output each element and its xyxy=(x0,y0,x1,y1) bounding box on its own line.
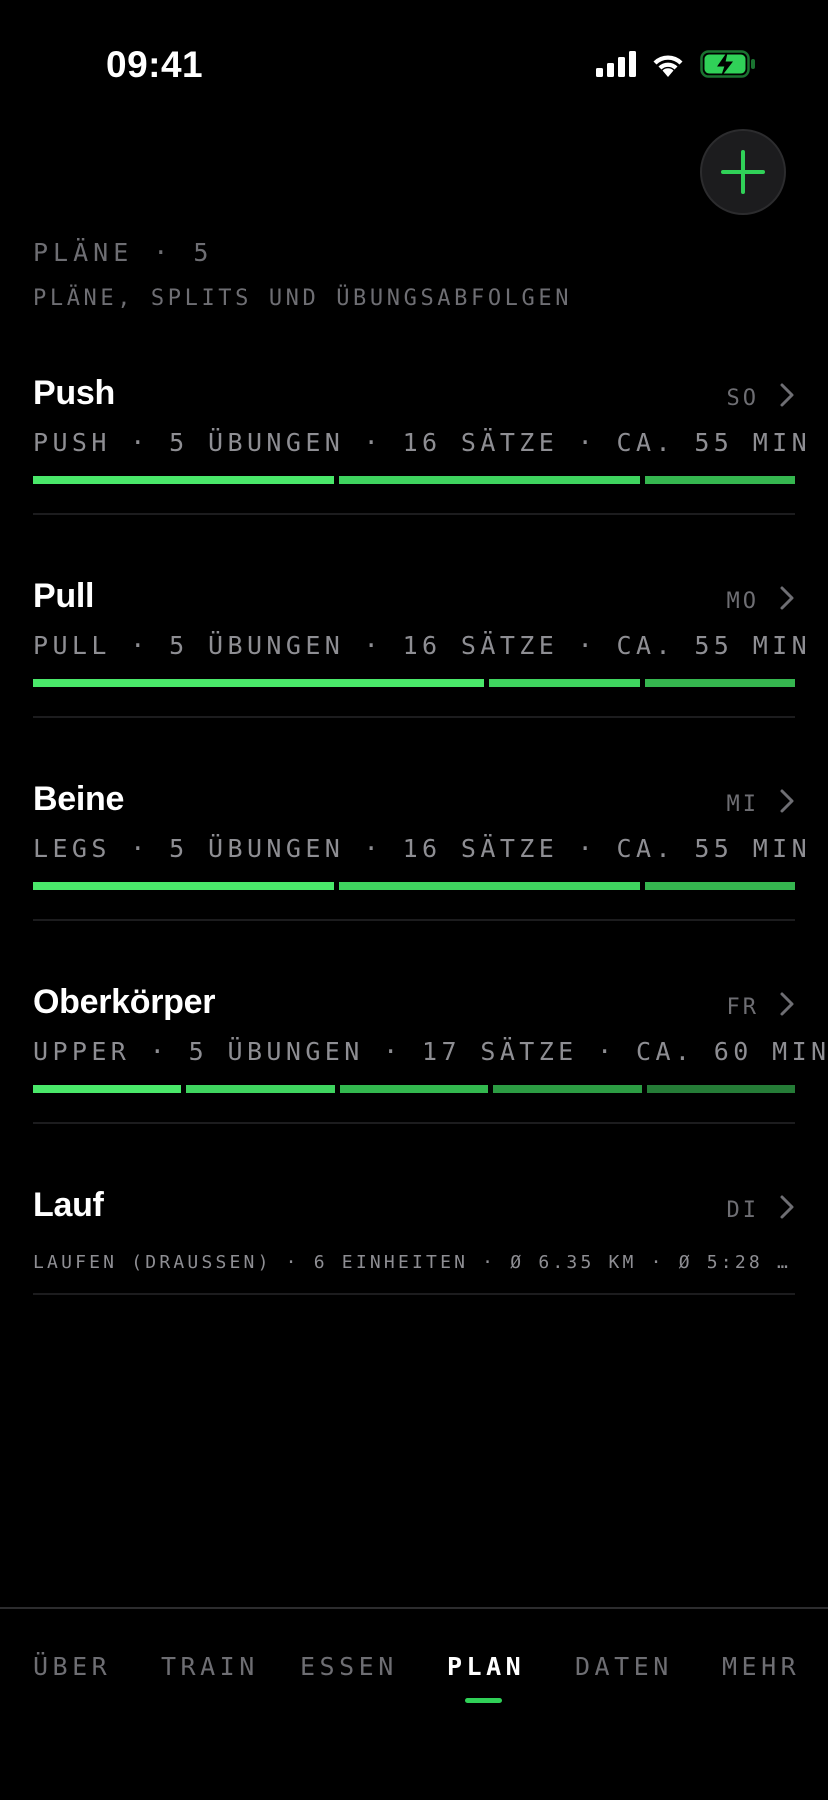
plan-name: Pull xyxy=(33,577,95,615)
chevron-right-icon xyxy=(780,1195,794,1219)
divider xyxy=(33,919,795,921)
tab-train[interactable]: TRAIN xyxy=(161,1652,259,1681)
volume-bar-segment xyxy=(338,476,640,484)
volume-bar-segment xyxy=(33,1085,182,1093)
plan-day: MO xyxy=(726,589,759,614)
chevron-right-icon xyxy=(780,992,794,1016)
plans-screen: 09:41 PLÄNE · 5 PLÄNE, SPLITS UND ÜBUNGS… xyxy=(0,0,828,1800)
status-icons xyxy=(596,50,756,78)
plan-meta: PULL · 5 ÜBUNGEN · 16 SÄTZE · CA. 55 MIN xyxy=(33,631,812,660)
volume-bar-segment xyxy=(33,476,334,484)
volume-bar-segment xyxy=(339,1085,489,1093)
plan-row-beine[interactable]: Beine MI LEGS · 5 ÜBUNGEN · 16 SÄTZE · C… xyxy=(33,780,807,921)
divider xyxy=(33,1122,795,1124)
divider xyxy=(33,716,795,718)
plan-meta: UPPER · 5 ÜBUNGEN · 17 SÄTZE · CA. 60 MI… xyxy=(33,1037,828,1066)
plan-name: Push xyxy=(33,374,115,412)
tab-daten[interactable]: DATEN xyxy=(575,1652,673,1681)
plan-meta: LAUFEN (DRAUSSEN) · 6 EINHEITEN · Ø 6.35… xyxy=(33,1252,795,1273)
plans-count: PLÄNE · 5 xyxy=(33,238,214,267)
volume-bar-segment xyxy=(33,882,334,890)
tab-bar-divider xyxy=(0,1607,828,1609)
plan-row-lauf[interactable]: Lauf DI LAUFEN (DRAUSSEN) · 6 EINHEITEN … xyxy=(33,1186,795,1296)
volume-bar-segment xyxy=(644,882,795,890)
status-time: 09:41 xyxy=(106,44,204,85)
plan-row-pull[interactable]: Pull MO PULL · 5 ÜBUNGEN · 16 SÄTZE · CA… xyxy=(33,577,807,718)
volume-bar-segment xyxy=(644,679,796,687)
plan-row-push[interactable]: Push SO PUSH · 5 ÜBUNGEN · 16 SÄTZE · CA… xyxy=(33,374,807,515)
volume-bar-segment xyxy=(489,679,640,687)
add-plan-button[interactable] xyxy=(700,129,786,215)
chevron-right-icon xyxy=(780,383,794,407)
tab-plan[interactable]: PLAN xyxy=(447,1652,525,1681)
plus-icon xyxy=(721,150,765,194)
plan-meta: LEGS · 5 ÜBUNGEN · 16 SÄTZE · CA. 55 MIN xyxy=(33,834,812,863)
volume-bar-segment xyxy=(338,882,640,890)
plan-volume-bar xyxy=(33,882,795,890)
plan-day: DI xyxy=(726,1198,759,1223)
plan-volume-bar xyxy=(33,1085,796,1093)
plans-subtitle: PLÄNE, SPLITS UND ÜBUNGSABFOLGEN xyxy=(33,286,573,311)
battery-charging-icon xyxy=(700,50,755,78)
tab-ueber[interactable]: ÜBER xyxy=(33,1652,111,1681)
tab-mehr[interactable]: MEHR xyxy=(722,1652,800,1681)
chevron-right-icon xyxy=(780,789,794,813)
plan-volume-bar xyxy=(33,476,795,484)
volume-bar-segment xyxy=(646,1085,796,1093)
active-tab-indicator xyxy=(465,1698,502,1703)
divider xyxy=(33,513,795,515)
plan-day: MI xyxy=(726,792,759,817)
plan-day: FR xyxy=(726,995,759,1020)
plan-row-oberkoerper[interactable]: Oberkörper FR UPPER · 5 ÜBUNGEN · 17 SÄT… xyxy=(33,983,826,1124)
volume-bar-segment xyxy=(33,679,485,687)
wifi-icon xyxy=(653,55,683,77)
chevron-right-icon xyxy=(780,586,794,610)
plan-day: SO xyxy=(726,386,759,411)
cellular-icon xyxy=(596,51,636,77)
plan-volume-bar xyxy=(33,679,796,687)
tab-essen[interactable]: ESSEN xyxy=(300,1652,398,1681)
plan-name: Oberkörper xyxy=(33,983,216,1021)
divider xyxy=(33,1293,795,1295)
plan-name: Lauf xyxy=(33,1186,104,1224)
volume-bar-segment xyxy=(644,476,795,484)
plan-meta: PUSH · 5 ÜBUNGEN · 16 SÄTZE · CA. 55 MIN xyxy=(33,428,812,457)
plan-name: Beine xyxy=(33,780,125,818)
volume-bar-segment xyxy=(493,1085,642,1093)
volume-bar-segment xyxy=(186,1085,335,1093)
